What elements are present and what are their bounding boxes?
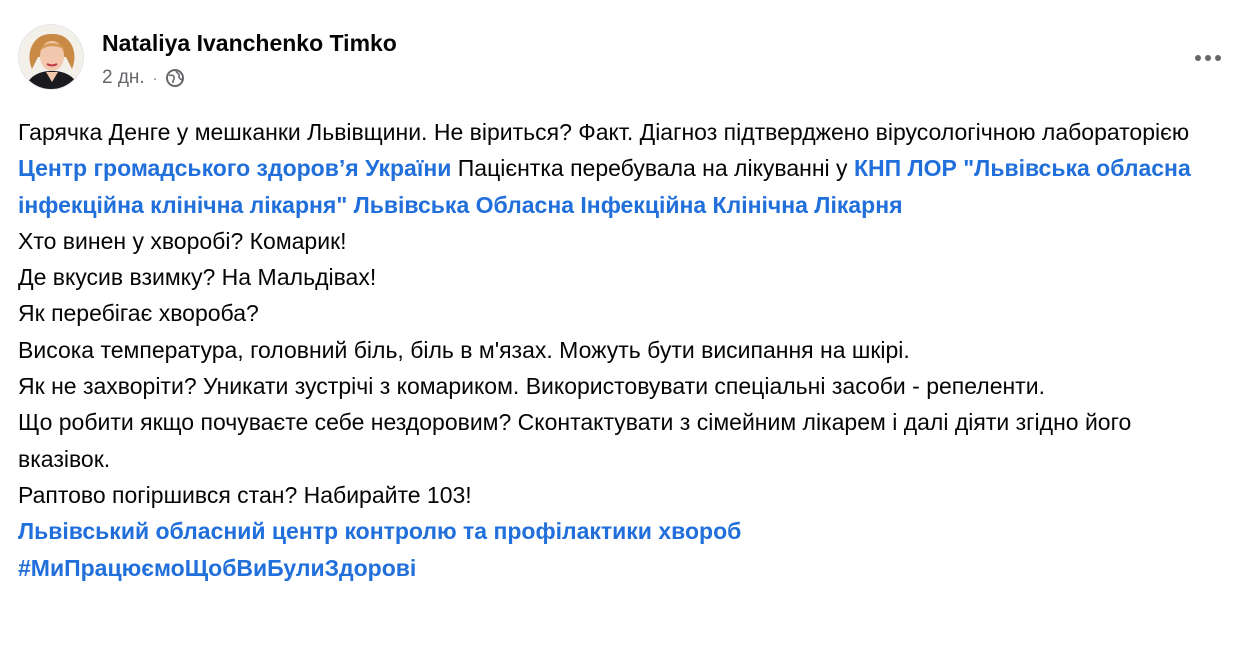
separator-dot: · [152, 70, 158, 86]
post-body: Гарячка Денге у мешканки Львівщини. Не в… [18, 114, 1218, 586]
hashtag-link[interactable]: #МиПрацюємоЩобВиБулиЗдорові [18, 555, 416, 581]
globe-icon[interactable] [165, 68, 185, 88]
more-options-button[interactable] [1188, 40, 1228, 76]
post-line-emergency: Раптово погіршився стан? Набирайте 103! [18, 481, 472, 508]
intro-text-b: Пацієнтка перебувала на лікуванні у [451, 155, 854, 182]
facebook-post: Nataliya Ivanchenko Timko 2 дн. · Гарячк… [0, 0, 1254, 664]
profile-photo [19, 25, 83, 89]
post-meta: Nataliya Ivanchenko Timko 2 дн. · [102, 24, 397, 90]
post-line-what-to-do: Що робити якщо почуваєте себе нездоровим… [18, 409, 1132, 472]
link-lviv-regional-hospital[interactable]: Львівська Обласна Інфекційна Клінічна Лі… [354, 192, 903, 218]
post-timestamp[interactable]: 2 дн. [102, 66, 145, 90]
link-public-health-center[interactable]: Центр громадського здоров’я України [18, 155, 451, 181]
post-subline: 2 дн. · [102, 66, 397, 90]
post-line-where: Де вкусив взимку? На Мальдівах! [18, 264, 377, 291]
post-line-prevention: Як не захворіти? Уникати зустрічі з кома… [18, 373, 1045, 400]
post-line-how: Як перебігає хвороба? [18, 300, 259, 327]
post-paragraph-intro: Гарячка Денге у мешканки Львівщини. Не в… [18, 114, 1218, 223]
intro-text-a: Гарячка Денге у мешканки Львівщини. Не в… [18, 119, 1190, 145]
author-name[interactable]: Nataliya Ivanchenko Timko [102, 28, 397, 58]
more-horizontal-icon [1195, 55, 1221, 61]
post-line-hashtag: #МиПрацюємоЩобВиБулиЗдорові [18, 550, 1218, 586]
post-line-who: Хто винен у хворобі? Комарик! [18, 227, 347, 254]
link-lviv-disease-control-center[interactable]: Львівський обласний центр контролю та пр… [18, 518, 741, 544]
post-line-symptoms: Висока температура, головний біль, біль … [18, 336, 910, 363]
post-line-disease-control-link: Львівський обласний центр контролю та пр… [18, 513, 1218, 549]
post-header: Nataliya Ivanchenko Timko 2 дн. · [18, 24, 397, 98]
avatar[interactable] [18, 24, 84, 90]
